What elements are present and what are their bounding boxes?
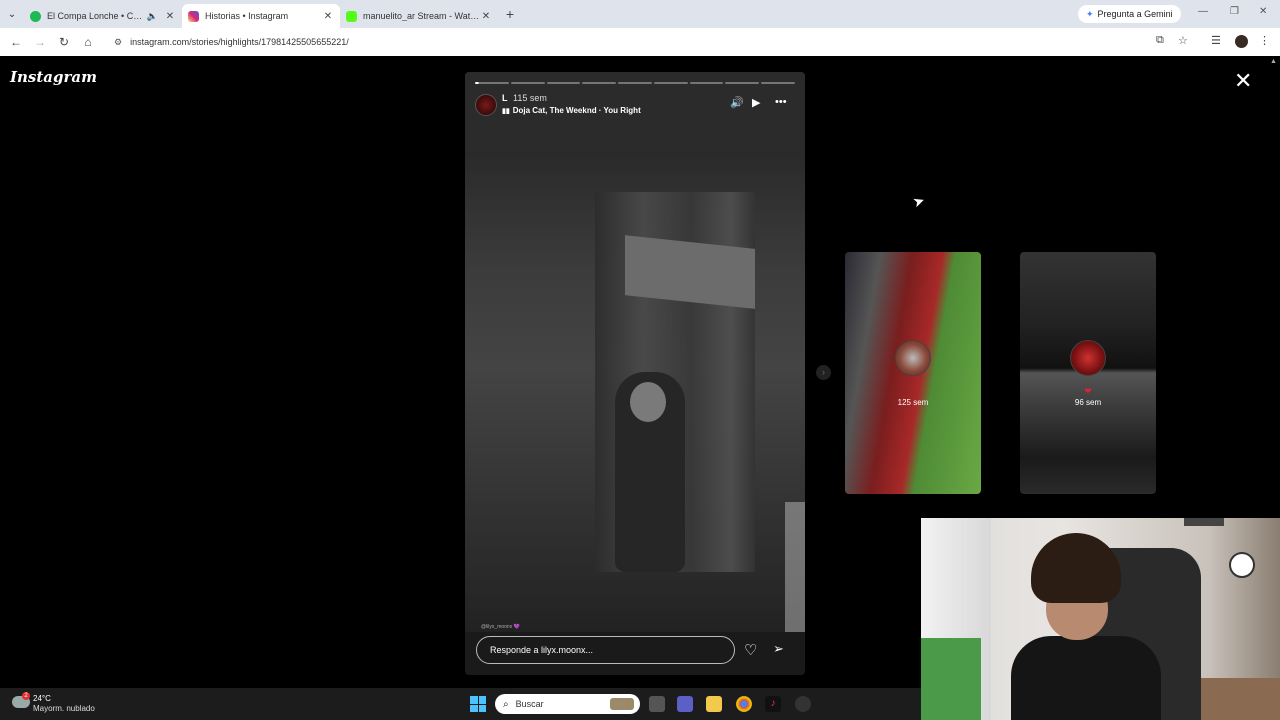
tab-kick[interactable]: manuelito_ar Stream - Watch Li ✕	[340, 4, 498, 28]
new-tab-icon[interactable]: +	[498, 6, 522, 22]
speaker-icon[interactable]: 🔈	[147, 11, 158, 22]
tiktok-icon[interactable]: ♪	[765, 696, 781, 712]
story-time: 115 sem	[513, 93, 547, 103]
close-stories-icon[interactable]: ✕	[1234, 70, 1252, 92]
close-window-icon[interactable]: ✕	[1259, 6, 1267, 17]
progress-segment	[475, 82, 509, 84]
highlight-time: 125 sem	[897, 398, 929, 407]
gemini-button[interactable]: ✦ Pregunta a Gemini	[1078, 5, 1181, 23]
tab-search-icon[interactable]: ☰	[1211, 34, 1221, 47]
forward-icon[interactable]: →	[28, 35, 52, 49]
progress-segment	[582, 82, 617, 84]
highlight-preview-1[interactable]: 125 sem	[845, 252, 981, 494]
story-music[interactable]: ▮▮ Doja Cat, The Weeknd · You Right	[502, 106, 641, 115]
webcam-shelf	[1184, 518, 1224, 526]
story-viewer[interactable]: L 115 sem ▮▮ Doja Cat, The Weeknd · You R…	[465, 72, 805, 675]
webcam-person-hair	[1031, 533, 1121, 603]
next-story-chevron-icon[interactable]: ›	[816, 365, 831, 380]
file-explorer-icon[interactable]	[706, 696, 722, 712]
webcam-person-body	[1011, 636, 1161, 720]
mouse-cursor-icon: ➤	[910, 191, 927, 211]
story-username[interactable]: L	[502, 93, 508, 103]
tab-search-chevron-icon[interactable]: ⌄	[0, 0, 24, 28]
send-icon[interactable]: ➢	[773, 641, 784, 657]
close-tab-icon[interactable]: ✕	[164, 11, 176, 22]
tab-title: El Compa Lonche • Código	[47, 11, 147, 21]
search-highlight-image	[610, 698, 634, 710]
highlight-avatar	[895, 340, 931, 376]
story-figure-head	[630, 382, 666, 422]
task-view-icon[interactable]	[649, 696, 665, 712]
story-light	[785, 502, 805, 632]
progress-segment	[510, 82, 545, 84]
search-label: Buscar	[515, 699, 544, 709]
tab-title: manuelito_ar Stream - Watch Li	[363, 11, 480, 21]
progress-segment	[653, 82, 688, 84]
webcam-overlay	[921, 518, 1280, 720]
heart-icon: ❤	[1084, 386, 1092, 396]
music-label: Doja Cat, The Weeknd · You Right	[512, 106, 641, 115]
url-text: instagram.com/stories/highlights/1798142…	[130, 37, 349, 47]
music-bars-icon: ▮▮	[502, 108, 510, 115]
close-tab-icon[interactable]: ✕	[322, 11, 334, 22]
tab-strip: ⌄ El Compa Lonche • Código 🔈 ✕ Historias…	[0, 0, 1280, 28]
instagram-icon	[188, 10, 199, 22]
app-icon[interactable]	[795, 696, 811, 712]
tab-spotify[interactable]: El Compa Lonche • Código 🔈 ✕	[24, 4, 182, 28]
back-icon[interactable]: ←	[4, 35, 28, 49]
webcam-wall-badge	[1229, 552, 1255, 578]
windows-taskbar: 2 24°C Mayorm. nublado ⌕ Buscar ♪	[0, 688, 921, 720]
instagram-logo[interactable]: Instagram	[10, 68, 97, 86]
bookmark-star-icon[interactable]: ☆	[1178, 34, 1188, 47]
reload-icon[interactable]: ↻	[52, 35, 76, 49]
weather-temperature[interactable]: 24°C	[33, 694, 51, 703]
tab-instagram[interactable]: Historias • Instagram ✕	[182, 4, 340, 28]
windows-start-icon[interactable]	[470, 696, 486, 712]
mute-icon[interactable]: 🔊	[730, 96, 744, 109]
progress-segment	[725, 82, 760, 84]
webcam-green-object	[921, 638, 981, 720]
scrollbar-up-icon[interactable]: ▲	[1270, 58, 1277, 65]
restore-icon[interactable]: ❐	[1230, 6, 1239, 17]
minimize-icon[interactable]: —	[1198, 6, 1208, 17]
weather-badge: 2	[22, 692, 30, 700]
gemini-icon: ✦	[1086, 8, 1094, 19]
search-icon: ⌕	[503, 698, 509, 710]
highlight-time: 96 sem	[1074, 398, 1102, 407]
play-icon[interactable]: ▶	[752, 96, 760, 109]
taskbar-search[interactable]: ⌕ Buscar	[495, 694, 640, 714]
highlight-preview-2[interactable]: ❤ 96 sem	[1020, 252, 1156, 494]
story-watermark: @lilyx_moonx 💜	[481, 624, 520, 630]
spotify-icon	[30, 10, 41, 22]
progress-segment	[618, 82, 652, 84]
home-icon[interactable]: ⌂	[76, 35, 100, 49]
progress-segment	[761, 82, 796, 84]
highlight-avatar	[1070, 340, 1106, 376]
story-photo	[465, 152, 805, 632]
install-app-icon[interactable]: ⧉	[1156, 34, 1164, 47]
profile-avatar[interactable]	[1235, 35, 1248, 48]
address-bar[interactable]: ⚙ instagram.com/stories/highlights/17981…	[108, 32, 1148, 52]
chrome-icon[interactable]	[736, 696, 752, 712]
tab-title: Historias • Instagram	[205, 11, 289, 21]
site-info-icon[interactable]: ⚙	[114, 37, 122, 48]
close-tab-icon[interactable]: ✕	[480, 11, 492, 22]
more-options-icon[interactable]: •••	[775, 96, 787, 108]
toolbar: ← → ↻ ⌂ ⚙ instagram.com/stories/highligh…	[0, 28, 1280, 56]
reply-input[interactable]: Responde a lilyx.moonx...	[476, 636, 735, 664]
gemini-label: Pregunta a Gemini	[1097, 9, 1173, 19]
story-avatar[interactable]	[475, 94, 497, 116]
menu-icon[interactable]: ⋮	[1259, 34, 1270, 47]
teams-icon[interactable]	[677, 696, 693, 712]
progress-segment	[689, 82, 724, 84]
story-progress-bar	[475, 82, 796, 84]
kick-icon	[346, 10, 357, 22]
progress-segment	[546, 82, 581, 84]
like-heart-icon[interactable]: ♡	[744, 641, 757, 659]
weather-condition[interactable]: Mayorm. nublado	[33, 704, 95, 713]
